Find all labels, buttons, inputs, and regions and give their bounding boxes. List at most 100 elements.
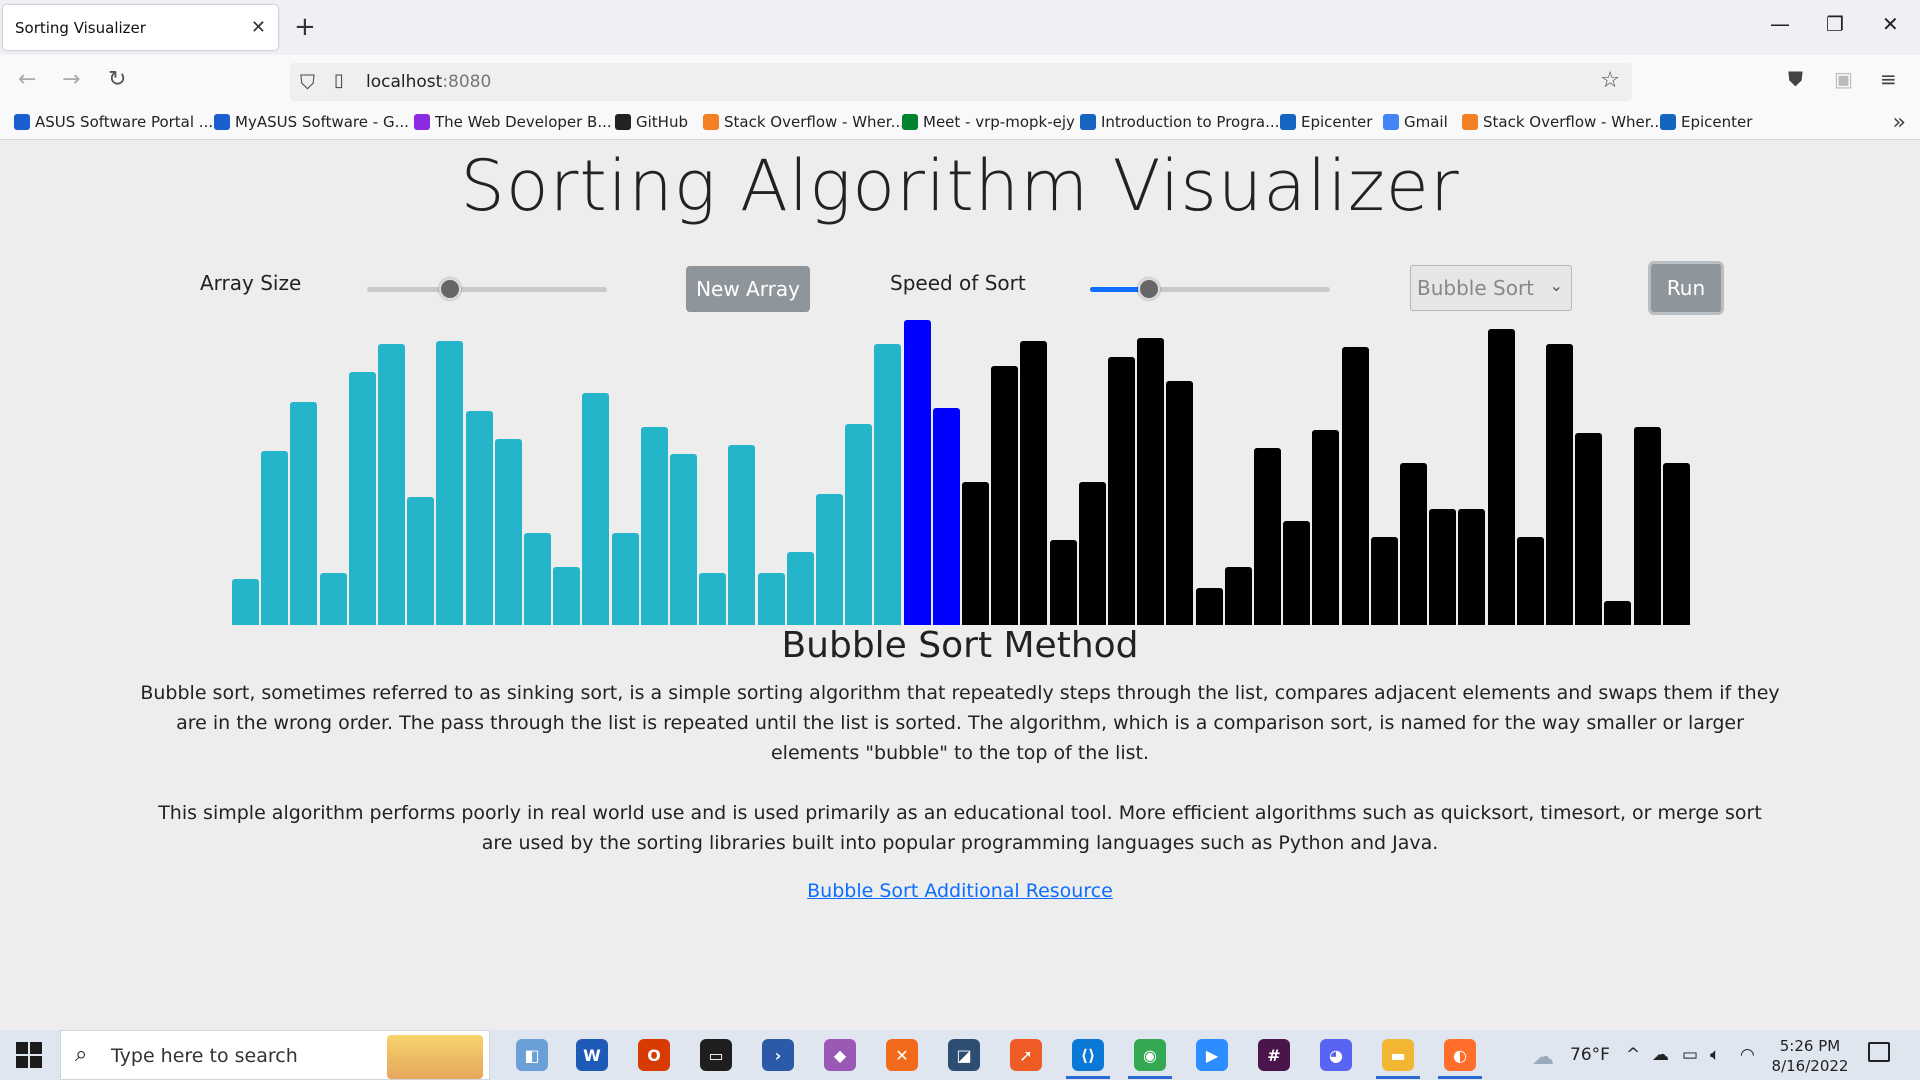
weather-icon[interactable]: ☁: [1532, 1045, 1554, 1070]
page-title: Sorting Algorithm Visualizer: [460, 145, 1460, 227]
bookmark-label: The Web Developer B...: [435, 113, 612, 131]
algorithm-select[interactable]: Bubble Sort ⌄: [1410, 265, 1572, 311]
bookmark-label: Introduction to Progra...: [1101, 113, 1280, 131]
description-paragraph: Bubble sort, sometimes referred to as si…: [140, 682, 1780, 764]
resource-link-container: Bubble Sort Additional Resource: [0, 880, 1920, 902]
bookmark-item[interactable]: Stack Overflow - Wher...: [703, 113, 905, 131]
slack-icon[interactable]: #: [1258, 1039, 1290, 1071]
bookmark-item[interactable]: ASUS Software Portal ...: [14, 113, 213, 131]
notification-icon[interactable]: [1868, 1042, 1890, 1062]
url-text[interactable]: localhost:8080: [366, 72, 491, 92]
array-bar-unsorted: [1342, 347, 1369, 625]
sql-server-icon[interactable]: ◪: [948, 1039, 980, 1071]
bookmark-item[interactable]: MyASUS Software - G...: [214, 113, 409, 131]
menu-icon[interactable]: ≡: [1880, 67, 1897, 91]
bookmark-item[interactable]: The Web Developer B...: [414, 113, 612, 131]
file-explorer-blue-icon[interactable]: ◧: [516, 1039, 548, 1071]
array-bar-unsorted: [1634, 427, 1661, 625]
clock-date: 8/16/2022: [1771, 1057, 1849, 1075]
bookmark-label: GitHub: [636, 113, 688, 131]
bookmark-item[interactable]: Introduction to Progra...: [1080, 113, 1279, 131]
chrome-icon[interactable]: ◉: [1134, 1039, 1166, 1071]
array-bar-unsorted: [1458, 509, 1485, 625]
array-bar-unsorted: [1225, 567, 1252, 625]
shield-icon[interactable]: ⛉: [300, 70, 315, 94]
bookmark-label: Epicenter: [1681, 113, 1753, 131]
cloud-sync-icon[interactable]: ☁: [1652, 1045, 1669, 1065]
slider-thumb[interactable]: [439, 278, 461, 300]
slider-track: [367, 287, 607, 292]
array-bar-sorted: [320, 573, 347, 625]
terminal-icon[interactable]: ▭: [700, 1039, 732, 1071]
speed-slider[interactable]: [1090, 274, 1330, 304]
array-bar-unsorted: [1050, 540, 1077, 625]
taskbar-search[interactable]: ⌕ Type here to search: [60, 1030, 490, 1080]
algorithm-select-value: Bubble Sort: [1417, 276, 1535, 300]
array-bar-sorted: [261, 451, 288, 625]
battery-icon[interactable]: ▭: [1682, 1045, 1698, 1065]
bookmark-item[interactable]: Gmail: [1383, 113, 1448, 131]
array-bar-unsorted: [1312, 430, 1339, 625]
firefox-icon[interactable]: ◐: [1444, 1039, 1476, 1071]
array-bar-unsorted: [1137, 338, 1164, 625]
description-paragraph: This simple algorithm performs poorly in…: [158, 802, 1762, 854]
clock-time: 5:26 PM: [1779, 1037, 1841, 1055]
bookmark-item[interactable]: GitHub: [615, 113, 688, 131]
bookmark-item[interactable]: Epicenter: [1660, 113, 1752, 131]
zoom-icon[interactable]: ▶: [1196, 1039, 1228, 1071]
powershell-icon[interactable]: ›: [762, 1039, 794, 1071]
bookmarks-overflow-icon[interactable]: »: [1893, 110, 1906, 135]
vscode-icon[interactable]: ⟨⟩: [1072, 1039, 1104, 1071]
bookmark-item[interactable]: Stack Overflow - Wher...: [1462, 113, 1664, 131]
close-window-icon[interactable]: ✕: [1882, 12, 1899, 36]
active-app-indicator: [1376, 1076, 1420, 1079]
array-bar-sorted: [378, 344, 405, 625]
volume-icon[interactable]: 🔈︎: [1710, 1045, 1720, 1065]
new-tab-icon[interactable]: +: [294, 12, 316, 42]
address-bar[interactable]: ⛉ ▯ localhost:8080 ☆: [290, 63, 1632, 101]
word-app-icon[interactable]: W: [576, 1039, 608, 1071]
taskbar-clock[interactable]: 5:26 PM 8/16/2022: [1760, 1036, 1860, 1076]
resource-link[interactable]: Bubble Sort Additional Resource: [807, 880, 1113, 902]
git-kraken-icon[interactable]: ◆: [824, 1039, 856, 1071]
tab-close-icon[interactable]: ✕: [251, 17, 266, 38]
slider-thumb[interactable]: [1138, 278, 1160, 300]
office-icon[interactable]: O: [638, 1039, 670, 1071]
new-array-button[interactable]: New Array: [686, 266, 810, 312]
xampp-icon[interactable]: ✕: [886, 1039, 918, 1071]
speed-label: Speed of Sort: [890, 271, 1026, 295]
array-bar-unsorted: [1079, 482, 1106, 625]
weather-temp[interactable]: 76°F: [1570, 1045, 1610, 1065]
array-bar-sorted: [816, 494, 843, 625]
taskbar: ⌕ Type here to search ◧ W O ▭ › ◆ ✕ ◪ ➚ ⟨⟩ ◉ ▶ # ◕ ▬ ◐ …: [0, 1030, 1920, 1080]
bookmark-item[interactable]: Meet - vrp-mopk-ejy: [902, 113, 1075, 131]
bookmark-star-icon[interactable]: ☆: [1600, 68, 1620, 93]
browser-tab[interactable]: Sorting Visualizer ✕: [3, 5, 278, 50]
tab-strip: Sorting Visualizer ✕ + — ❐ ✕: [0, 0, 1920, 55]
url-host: localhost: [366, 72, 443, 92]
array-bar-unsorted: [1604, 601, 1631, 625]
array-bar-sorted: [349, 372, 376, 625]
array-bars: [232, 320, 1692, 625]
array-size-slider[interactable]: [367, 274, 607, 304]
folder-icon[interactable]: ▬: [1382, 1039, 1414, 1071]
forward-icon[interactable]: →: [62, 67, 80, 92]
array-bar-unsorted: [1546, 344, 1573, 625]
minimize-icon[interactable]: —: [1770, 12, 1790, 36]
restore-icon[interactable]: ❐: [1826, 12, 1844, 36]
search-placeholder: Type here to search: [111, 1045, 298, 1067]
run-button[interactable]: Run: [1648, 261, 1724, 315]
discord-icon[interactable]: ◕: [1320, 1039, 1352, 1071]
wifi-icon[interactable]: ◠: [1740, 1045, 1755, 1065]
chevron-up-icon[interactable]: ^: [1626, 1045, 1640, 1065]
stackoverflow-icon: [703, 114, 719, 130]
extension-icon[interactable]: ▣: [1834, 67, 1853, 91]
pocket-icon[interactable]: ⛊: [1788, 67, 1803, 91]
bookmark-item[interactable]: Epicenter: [1280, 113, 1372, 131]
postman-icon[interactable]: ➚: [1010, 1039, 1042, 1071]
array-bar-sorted: [553, 567, 580, 625]
array-bar-sorted: [582, 393, 609, 625]
windows-start-icon[interactable]: [16, 1042, 42, 1068]
reload-icon[interactable]: ↻: [108, 67, 126, 92]
back-icon[interactable]: ←: [18, 67, 36, 92]
